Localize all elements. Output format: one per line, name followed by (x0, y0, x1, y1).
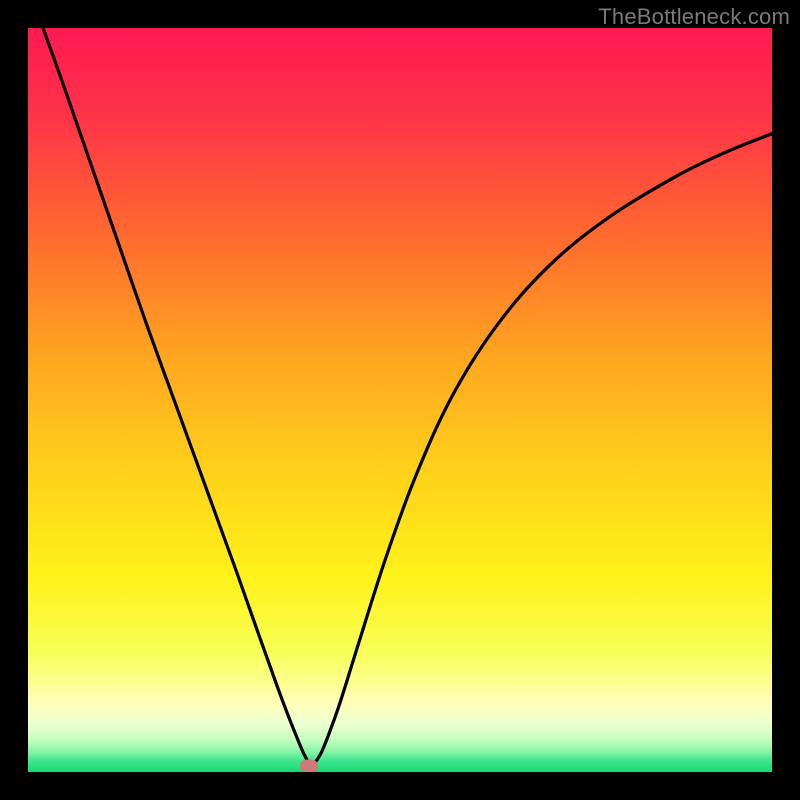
outer-frame: TheBottleneck.com (0, 0, 800, 800)
bottleneck-curve (28, 28, 772, 772)
plot-area (28, 28, 772, 772)
watermark-text: TheBottleneck.com (598, 4, 790, 30)
optimal-point-marker (300, 760, 318, 772)
